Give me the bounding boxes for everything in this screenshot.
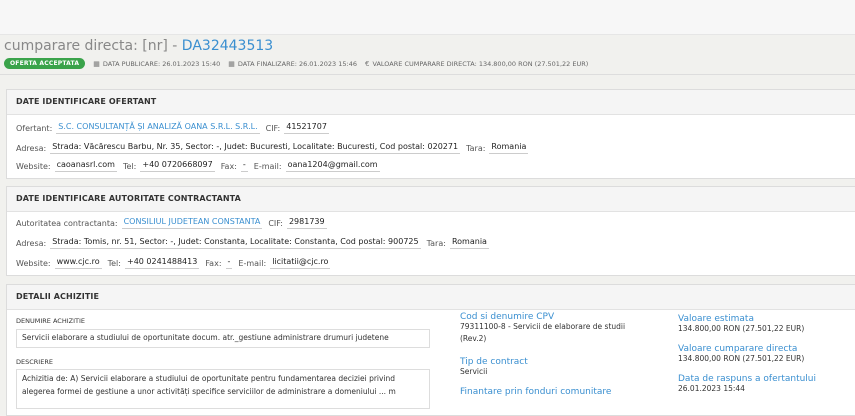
email-value: oana1204@gmail.com xyxy=(285,160,380,172)
cif-label: CIF: xyxy=(268,218,283,228)
details-panel-title: DETALII ACHIZITIE xyxy=(7,285,855,310)
ofertant-panel-title: DATE IDENTIFICARE OFERTANT xyxy=(7,90,855,115)
contract-type-value: Servicii xyxy=(460,367,488,376)
authority-row: Autoritatea contractanta: CONSILIUL JUDE… xyxy=(16,217,333,229)
email-label: E-mail: xyxy=(253,161,282,171)
descriere-line-1: Achizitia de: A) Servicii elaborare a st… xyxy=(22,374,396,383)
email-value: licitatii@cjc.ro xyxy=(270,257,331,269)
header-divider xyxy=(0,74,855,75)
publish-date-text: DATA PUBLICARE: 26.01.2023 15:40 xyxy=(102,59,221,68)
tel-label: Tel: xyxy=(122,161,137,171)
fax-label: Fax: xyxy=(220,161,237,171)
country-value: Romania xyxy=(489,142,529,154)
purchase-value-block: Valoare cumparare directa 134.800,00 RON… xyxy=(678,344,804,363)
cif-value: 2981739 xyxy=(286,217,327,229)
cpv-block: Cod si denumire CPV 79311100-8 - Servici… xyxy=(460,312,660,343)
website-value: www.cjc.ro xyxy=(54,257,102,269)
address-value: Strada: Tomis, nr. 51, Sector: -, Judet:… xyxy=(50,237,421,249)
purchase-value: € VALOARE CUMPARARE DIRECTA: 134.800,00 R… xyxy=(365,60,588,68)
estimated-value-block: Valoare estimata 134.800,00 RON (27.501,… xyxy=(678,314,804,333)
cif-label: CIF: xyxy=(265,123,281,133)
euro-icon: € xyxy=(364,59,370,68)
ofertant-link[interactable]: S.C. CONSULTANȚĂ ȘI ANALIZĂ OANA S.R.L. … xyxy=(56,122,260,134)
ofertant-panel: DATE IDENTIFICARE OFERTANT Ofertant: S.C… xyxy=(6,89,855,179)
ofertant-label: Ofertant: xyxy=(16,123,53,133)
ofertant-row: Ofertant: S.C. CONSULTANȚĂ ȘI ANALIZĂ OA… xyxy=(16,122,335,134)
cpv-value: 79311100-8 - Servicii de elaborare de st… xyxy=(460,322,626,331)
procedure-code-link[interactable]: DA32443513 xyxy=(182,38,273,54)
page-title: cumparare directa: [nr] - DA32443513 xyxy=(4,38,273,54)
title-prefix: cumparare directa: [nr] - xyxy=(4,38,182,54)
status-badge: OFERTA ACCEPTATA xyxy=(4,58,86,69)
meta-bar: OFERTA ACCEPTATA ▦ DATA PUBLICARE: 26.01.… xyxy=(4,57,596,70)
address-label: Adresa: xyxy=(16,238,47,248)
email-label: E-mail: xyxy=(238,258,267,268)
fax-value: - xyxy=(240,160,248,172)
ofertant-address-row: Adresa: Strada: Văcărescu Barbu, Nr. 35,… xyxy=(16,142,534,154)
address-value: Strada: Văcărescu Barbu, Nr. 35, Sector:… xyxy=(50,142,461,154)
authority-panel-title: DATE IDENTIFICARE AUTORITATE CONTRACTANT… xyxy=(7,187,855,212)
country-value: Romania xyxy=(449,237,489,249)
authority-panel: DATE IDENTIFICARE AUTORITATE CONTRACTANT… xyxy=(6,186,855,276)
response-date-label: Data de raspuns a ofertantului xyxy=(678,374,817,384)
website-label: Website: xyxy=(16,258,51,268)
purchase-value-text: VALOARE CUMPARARE DIRECTA: 134.800,00 RO… xyxy=(372,59,589,68)
country-label: Tara: xyxy=(426,238,446,248)
fax-label: Fax: xyxy=(205,258,222,268)
cif-value: 41521707 xyxy=(284,122,329,134)
calendar-icon: ▦ xyxy=(228,59,235,68)
authority-contact-row: Website: www.cjc.ro Tel: +40 0241488413 … xyxy=(16,257,336,269)
authority-link[interactable]: CONSILIUL JUDETEAN CONSTANTA xyxy=(121,217,263,229)
descriere-label: DESCRIERE xyxy=(16,358,53,366)
website-label: Website: xyxy=(16,161,51,171)
descriere-line-2: alegerea formei de gestiune a unor activ… xyxy=(22,386,396,396)
calendar-icon: ▦ xyxy=(93,59,100,68)
authority-address-row: Adresa: Strada: Tomis, nr. 51, Sector: -… xyxy=(16,237,495,249)
tel-label: Tel: xyxy=(107,258,121,268)
details-panel: DETALII ACHIZITIE DENUMIRE ACHIZITIE Ser… xyxy=(6,284,855,416)
finalize-date: ▦ DATA FINALIZARE: 26.01.2023 15:46 xyxy=(228,60,357,68)
address-label: Adresa: xyxy=(16,143,47,153)
publish-date: ▦ DATA PUBLICARE: 26.01.2023 15:40 xyxy=(93,60,220,68)
finalize-date-text: DATA FINALIZARE: 26.01.2023 15:46 xyxy=(237,59,357,68)
cpv-rev: (Rev.2) xyxy=(460,334,487,343)
denumire-label: DENUMIRE ACHIZITIE xyxy=(16,317,85,325)
estimated-value: 134.800,00 RON (27.501,22 EUR) xyxy=(678,324,805,333)
authority-label: Autoritatea contractanta: xyxy=(16,218,118,228)
cpv-label: Cod si denumire CPV xyxy=(460,312,555,322)
contract-type-label: Tip de contract xyxy=(460,357,528,367)
fax-value: - xyxy=(225,257,233,269)
purchase-value-label: Valoare cumparare directa xyxy=(678,344,798,354)
descriere-field: Achizitia de: A) Servicii elaborare a st… xyxy=(16,369,430,409)
top-bar xyxy=(0,0,855,35)
eu-funds-block: Finantare prin fonduri comunitare xyxy=(460,387,611,397)
eu-funds-label: Finantare prin fonduri comunitare xyxy=(460,387,612,397)
denumire-field: Servicii elaborare a studiului de oportu… xyxy=(16,329,430,348)
country-label: Tara: xyxy=(466,143,486,153)
tel-value: +40 0241488413 xyxy=(124,257,200,269)
tel-value: +40 0720668097 xyxy=(140,160,215,172)
contract-type-block: Tip de contract Servicii xyxy=(460,357,528,376)
response-date-value: 26.01.2023 15:44 xyxy=(678,384,745,393)
ofertant-contact-row: Website: caoanasrl.com Tel: +40 07206680… xyxy=(16,160,386,172)
estimated-value-label: Valoare estimata xyxy=(678,314,754,324)
response-date-block: Data de raspuns a ofertantului 26.01.202… xyxy=(678,374,816,393)
purchase-value-amount: 134.800,00 RON (27.501,22 EUR) xyxy=(678,354,805,363)
website-value: caoanasrl.com xyxy=(54,160,117,172)
